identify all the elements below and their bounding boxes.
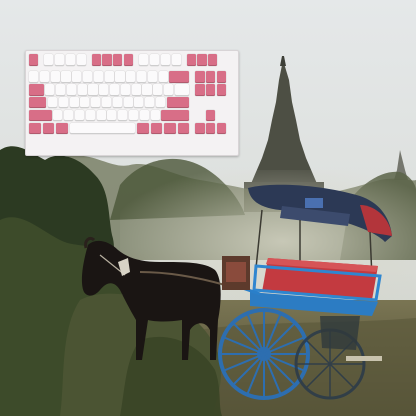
keycap — [104, 71, 114, 83]
keycap-accent — [186, 54, 196, 66]
keycap-accent — [197, 54, 207, 66]
keycap — [58, 96, 68, 109]
keycap — [147, 71, 157, 83]
photo-scene — [0, 0, 416, 416]
keycap-accent — [195, 84, 205, 96]
keycap — [107, 109, 117, 122]
keycap — [47, 96, 58, 109]
keycap — [69, 96, 79, 109]
keycap — [110, 84, 120, 96]
keycap — [56, 84, 66, 96]
keycap-accent — [166, 96, 190, 109]
keycap — [126, 71, 136, 83]
keycap-accent — [206, 122, 216, 135]
keycap-accent — [206, 71, 216, 83]
keycap — [96, 109, 106, 122]
keycap — [155, 96, 166, 109]
keycap-accent — [29, 96, 47, 109]
keycap-accent — [206, 109, 216, 122]
keycap — [91, 96, 101, 109]
keycap — [174, 84, 190, 96]
keycap — [64, 109, 74, 122]
keycap — [85, 109, 95, 122]
keycap — [53, 109, 63, 122]
keycap — [118, 109, 128, 122]
keycap-accent — [56, 122, 68, 135]
keycap — [45, 84, 55, 96]
keycap — [88, 84, 98, 96]
keycap — [142, 84, 152, 96]
keycap — [131, 84, 141, 96]
keycap-accent — [42, 122, 55, 135]
keycap — [158, 71, 168, 83]
keycap-accent — [195, 71, 205, 83]
keycap-accent — [164, 122, 176, 135]
keycap — [150, 109, 160, 122]
keycap — [44, 54, 54, 66]
keycap-accent — [29, 122, 41, 135]
keycap — [115, 71, 125, 83]
keycap — [139, 54, 149, 66]
keycap-accent — [102, 54, 112, 66]
keycap — [76, 54, 86, 66]
keycap — [72, 71, 82, 83]
keycap — [145, 96, 155, 109]
keycap — [29, 71, 39, 83]
keycap — [101, 96, 112, 109]
keyboard-overlay — [25, 50, 239, 156]
keycap-accent — [29, 109, 52, 122]
keycap-accent — [206, 84, 216, 96]
keycap-accent — [137, 122, 149, 135]
keycap-accent — [91, 54, 101, 66]
keycap — [77, 84, 87, 96]
keycap — [160, 54, 170, 66]
keycap-accent — [150, 122, 163, 135]
keycap — [149, 54, 160, 66]
keycap — [99, 84, 109, 96]
keycap — [54, 54, 65, 66]
keycap — [83, 71, 93, 83]
carriage-wheel — [218, 308, 310, 400]
keycap-accent — [195, 122, 205, 135]
keycap-accent — [177, 122, 190, 135]
keycap-accent — [161, 109, 190, 122]
keycap-accent — [124, 54, 134, 66]
keycap — [112, 96, 122, 109]
keycap-accent — [216, 84, 227, 96]
keycap — [80, 96, 90, 109]
keycap — [74, 109, 85, 122]
keycap — [120, 84, 130, 96]
keycap — [137, 71, 147, 83]
keycap — [164, 84, 174, 96]
keycap — [171, 54, 181, 66]
keycap-accent — [29, 54, 39, 66]
keycap — [93, 71, 103, 83]
keycap — [39, 71, 49, 83]
keycap — [66, 84, 76, 96]
keycap-accent — [208, 54, 218, 66]
keycap-accent — [216, 71, 227, 83]
keycap — [134, 96, 144, 109]
keycap-accent — [169, 71, 190, 83]
keycap-accent — [29, 84, 44, 96]
keycap — [69, 122, 136, 135]
keycap — [123, 96, 133, 109]
keycap — [128, 109, 139, 122]
keycap — [65, 54, 75, 66]
keycap — [153, 84, 163, 96]
keycap-accent — [113, 54, 123, 66]
keycap — [139, 109, 149, 122]
keycap — [61, 71, 71, 83]
keycap — [50, 71, 60, 83]
keycap-accent — [216, 122, 227, 135]
